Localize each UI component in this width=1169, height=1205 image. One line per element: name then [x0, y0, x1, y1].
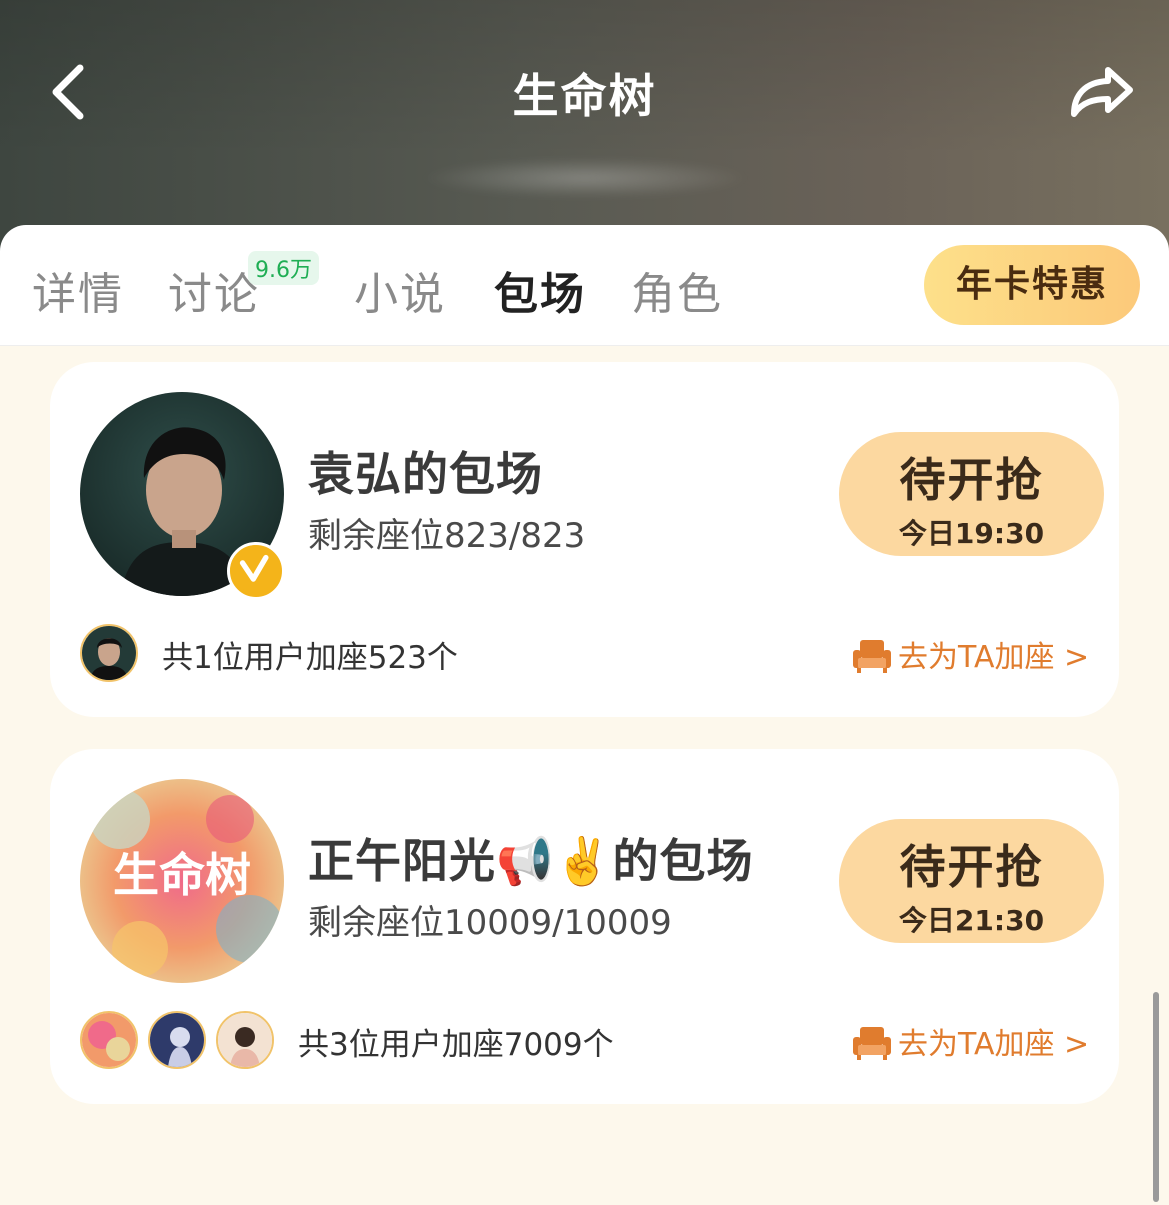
status-label: 待开抢: [899, 840, 1044, 894]
host-avatar[interactable]: 生命树: [80, 779, 284, 983]
joined-users-text: 共1位用户加座523个: [162, 640, 458, 676]
share-icon[interactable]: [1068, 62, 1136, 122]
tab-screening[interactable]: 包场: [494, 258, 586, 322]
sofa-icon: [853, 639, 891, 673]
user-avatar[interactable]: [148, 1011, 206, 1069]
screening-title: 袁弘的包场: [308, 447, 543, 501]
poster-title-text: 生命树: [113, 848, 251, 902]
status-label: 待开抢: [899, 453, 1044, 507]
header-banner: 生命树: [0, 0, 1169, 260]
grab-status-button[interactable]: 待开抢 今日21:30: [839, 819, 1104, 943]
user-avatar[interactable]: [216, 1011, 274, 1069]
remaining-seats: 剩余座位10009/10009: [308, 903, 672, 943]
screening-card[interactable]: 生命树 正午阳光📢✌️的包场 剩余座位10009/10009 待开抢 今日21:…: [50, 749, 1119, 1104]
discussion-count-badge: 9.6万: [248, 251, 319, 285]
remaining-seats: 剩余座位823/823: [308, 516, 586, 556]
tab-discussion[interactable]: 讨论: [168, 258, 260, 322]
page-title: 生命树: [512, 69, 657, 123]
grab-status-button[interactable]: 待开抢 今日19:30: [839, 432, 1104, 556]
joined-users-text: 共3位用户加座7009个: [298, 1027, 614, 1063]
add-seat-link[interactable]: 去为TA加座 >: [852, 632, 1089, 676]
user-avatar[interactable]: [80, 1011, 138, 1069]
blurred-subtitle: [420, 158, 750, 198]
tab-novel[interactable]: 小说: [354, 258, 446, 322]
verified-badge-icon: [227, 542, 285, 600]
tab-bar: 详情 讨论 9.6万 小说 包场 角色 年卡特惠: [0, 225, 1169, 346]
tab-details[interactable]: 详情: [32, 258, 124, 322]
screening-title: 正午阳光📢✌️的包场: [308, 834, 754, 888]
user-avatar[interactable]: [80, 624, 138, 682]
tab-characters[interactable]: 角色: [631, 258, 723, 322]
add-seat-link[interactable]: 去为TA加座 >: [852, 1019, 1089, 1063]
annual-card-promo-button[interactable]: 年卡特惠: [924, 245, 1140, 325]
screening-card[interactable]: 袁弘的包场 剩余座位823/823 待开抢 今日19:30 共1位用户加座523…: [50, 362, 1119, 717]
add-seat-label: 去为TA加座 >: [898, 640, 1090, 675]
start-time: 今日21:30: [898, 904, 1045, 937]
sofa-icon: [853, 1026, 891, 1060]
start-time: 今日19:30: [898, 517, 1045, 550]
scrollbar[interactable]: [1153, 992, 1159, 1202]
add-seat-label: 去为TA加座 >: [898, 1027, 1090, 1062]
